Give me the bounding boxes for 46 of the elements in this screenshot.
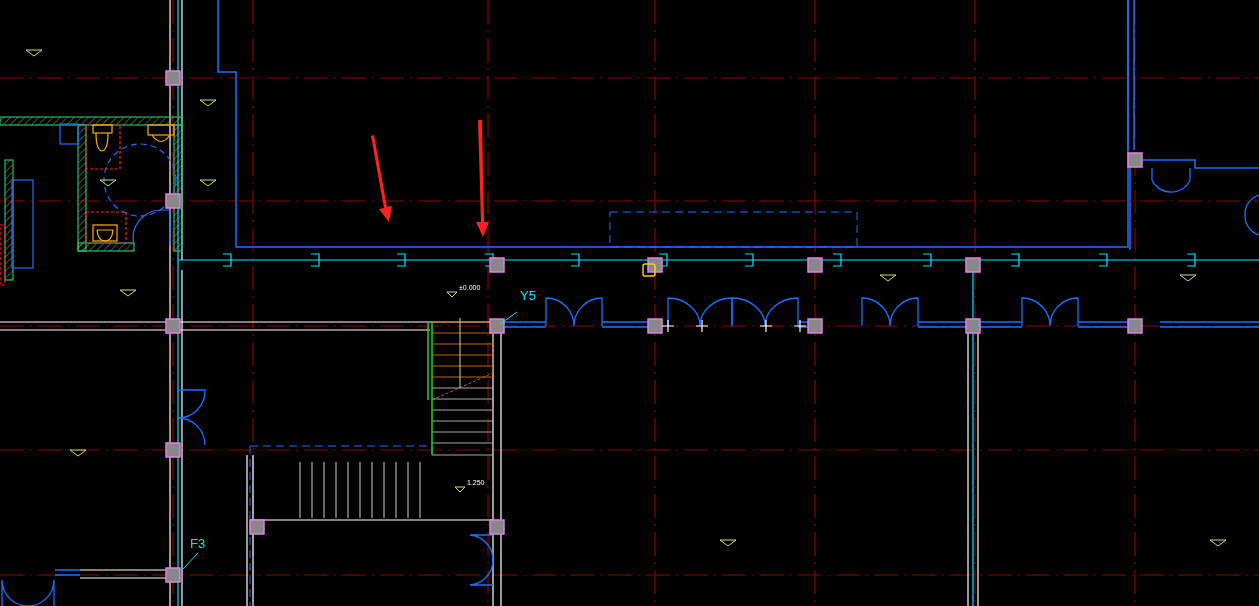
window-frame bbox=[54, 569, 81, 576]
column-marker bbox=[1127, 318, 1143, 334]
elevation-symbol-icon bbox=[99, 179, 117, 187]
sink-fixture-icon bbox=[147, 124, 175, 143]
door-swing-drawing bbox=[731, 297, 799, 327]
column-marker bbox=[165, 567, 181, 583]
elevation-symbol-icon bbox=[25, 49, 43, 57]
door-swing-drawing bbox=[469, 534, 494, 586]
column-marker bbox=[965, 318, 981, 334]
column-marker bbox=[807, 257, 823, 273]
column-marker bbox=[489, 519, 505, 535]
toilet-fixture-icon bbox=[92, 224, 118, 242]
column-marker bbox=[165, 70, 181, 86]
leader-line bbox=[499, 311, 518, 325]
axis-label: Y5 bbox=[520, 288, 536, 303]
column-marker bbox=[807, 318, 823, 334]
column-marker bbox=[249, 519, 265, 535]
axis-label: F3 bbox=[190, 536, 206, 551]
elevation-symbol-icon bbox=[69, 449, 87, 457]
door-swing-drawing bbox=[861, 297, 919, 327]
elevation-symbol-icon bbox=[199, 179, 217, 187]
elevation-symbol-icon bbox=[1209, 539, 1227, 547]
elevation-symbol-icon bbox=[719, 539, 737, 547]
elevation-symbol-icon bbox=[454, 486, 466, 493]
toilet-fixture-icon bbox=[92, 124, 113, 152]
column-marker bbox=[165, 193, 181, 209]
door-swing-drawing bbox=[667, 297, 733, 327]
column-marker bbox=[489, 318, 505, 334]
selection-marker bbox=[642, 263, 656, 277]
column-marker bbox=[965, 257, 981, 273]
door-swing-drawing bbox=[1021, 297, 1079, 327]
elevation-symbol-icon bbox=[119, 289, 137, 297]
door-swing-drawing bbox=[1, 579, 55, 606]
leader-line bbox=[181, 552, 199, 571]
elevation-symbol-icon bbox=[879, 274, 897, 282]
column-marker bbox=[489, 257, 505, 273]
door-swing-drawing bbox=[177, 389, 206, 446]
column-marker bbox=[165, 318, 181, 334]
column-marker bbox=[647, 318, 663, 334]
elevation-symbol-icon bbox=[446, 291, 458, 298]
cursor-cross-icon bbox=[661, 319, 807, 333]
elevation-symbol-icon bbox=[1179, 274, 1197, 282]
elevation-symbol-icon bbox=[199, 99, 217, 107]
column-marker bbox=[165, 442, 181, 458]
door-swing-drawing bbox=[545, 297, 603, 327]
column-marker bbox=[1127, 152, 1143, 168]
